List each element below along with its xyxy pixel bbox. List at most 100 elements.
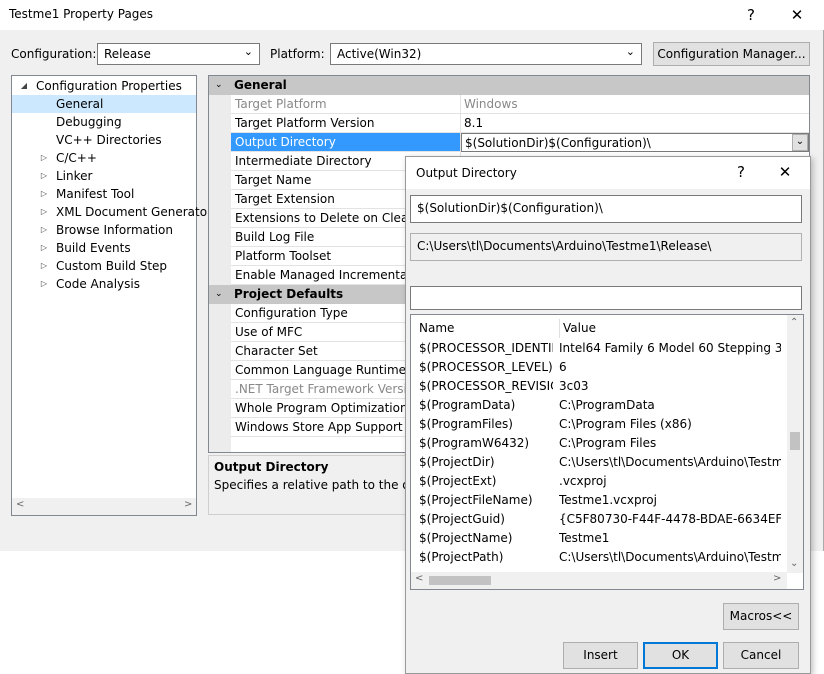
scroll-right-icon[interactable]: > [773,573,781,584]
list-item[interactable]: $(PROCESSOR_IDENTIFIER) Intel64 Family 6 … [411,339,781,358]
configuration-manager-button[interactable]: Configuration Manager... [653,42,810,66]
expand-icon[interactable]: ▷ [38,203,50,221]
expand-icon[interactable]: ▷ [38,185,50,203]
tree-item-label: Linker [56,169,93,183]
expand-icon[interactable]: ▷ [38,239,50,257]
description-title: Output Directory [214,460,329,474]
chevron-down-icon[interactable]: ⌄ [792,134,808,151]
macro-name: $(ProjectGuid) [419,512,505,526]
scroll-right-icon[interactable]: > [184,499,192,510]
expand-icon[interactable]: ▷ [38,257,50,275]
tree-item-label: Debugging [56,115,122,129]
list-item[interactable]: $(ProjectPath) C:\Users\tl\Documents\Ardu… [411,548,781,567]
list-item[interactable]: $(ProjectExt) .vcxproj [411,472,781,491]
evaluated-value-field: C:\Users\tl\Documents\Arduino\Testme1\Re… [410,233,802,261]
platform-combo[interactable]: Active(Win32) ⌄ [330,43,642,65]
close-icon[interactable]: ✕ [782,2,812,28]
property-tree: ◢ Configuration Properties General Debug… [11,75,212,516]
tree-item-debugging[interactable]: Debugging [12,113,196,131]
tree-item-label: C/C++ [56,151,97,165]
ok-button[interactable]: OK [643,642,718,669]
list-item[interactable]: $(ProgramW6432) C:\Program Files [411,434,781,453]
property-value: 8.1 [461,114,809,133]
macro-name: $(ProjectDir) [419,455,495,469]
expand-icon[interactable]: ▷ [38,149,50,167]
macro-name: $(PROCESSOR_IDENTIFIER) [419,341,553,355]
tree-hscrollbar[interactable]: < > [12,498,196,515]
list-item[interactable]: $(PROCESSOR_REVISION) 3c03 [411,377,781,396]
chevron-down-icon: ⌄ [625,45,635,58]
property-value[interactable]: $(SolutionDir)$(Configuration)\ [461,133,809,152]
macro-filter-input[interactable] [410,286,802,310]
platform-value: Active(Win32) [337,47,422,61]
collapse-icon[interactable]: ⌄ [215,76,223,95]
macro-value: C:\Program Files (x86) [559,417,692,431]
tree-item-label: Browse Information [56,223,173,237]
grid-row[interactable]: Target Platform Version 8.1 [209,114,809,133]
list-item[interactable]: $(ProjectGuid) {C5F80730-F44F-4478-BDAE-6… [411,510,781,529]
cancel-button[interactable]: Cancel [723,642,799,669]
expand-icon[interactable]: ▷ [38,167,50,185]
scroll-up-icon[interactable]: ⌃ [790,317,798,328]
scroll-left-icon[interactable]: < [415,573,423,584]
help-icon[interactable]: ? [726,159,756,185]
close-icon[interactable]: ✕ [770,159,800,185]
category-general[interactable]: ⌄ General [209,76,809,95]
list-item[interactable]: $(ProgramFiles) C:\Program Files (x86) [411,415,781,434]
scrollbar-thumb[interactable] [790,432,800,450]
tree-item-linker[interactable]: ▷ Linker [12,167,196,185]
macro-list-vscrollbar[interactable]: ⌃ ⌄ [787,315,803,573]
configuration-value: Release [104,47,151,61]
list-item[interactable]: $(ProjectFileName) Testme1.vcxproj [411,491,781,510]
tree-item-label: Custom Build Step [56,259,168,273]
grid-row-output-directory[interactable]: Output Directory $(SolutionDir)$(Configu… [209,133,809,152]
scroll-left-icon[interactable]: < [16,499,24,510]
category-label: Project Defaults [234,287,344,301]
tree-item-browse-information[interactable]: ▷ Browse Information [12,221,196,239]
tree-item-vc-directories[interactable]: VC++ Directories [12,131,196,149]
list-header: Name Value [411,319,781,338]
help-icon[interactable]: ? [736,2,766,28]
property-name: Target Platform [231,95,461,114]
tree-item-general[interactable]: General [12,95,196,113]
tree-item-c-cpp[interactable]: ▷ C/C++ [12,149,196,167]
property-value: Windows [461,95,809,114]
macros-toggle-button[interactable]: Macros<< [723,603,799,630]
list-item[interactable]: $(ProjectDir) C:\Users\tl\Documents\Ardui… [411,453,781,472]
scroll-down-icon[interactable]: ⌄ [790,558,798,569]
scrollbar-thumb[interactable] [429,576,491,585]
column-header-name[interactable]: Name [419,319,553,338]
macro-name: $(ProgramData) [419,398,516,412]
tree-root-label: Configuration Properties [36,79,182,93]
dialog-title: Output Directory [416,166,517,180]
list-item[interactable]: $(ProgramData) C:\ProgramData [411,396,781,415]
macro-value: C:\Users\tl\Documents\Arduino\Testme1\ [559,550,781,564]
macro-value: 6 [559,360,567,374]
tree-item-code-analysis[interactable]: ▷ Code Analysis [12,275,196,293]
list-item[interactable]: $(PROCESSOR_LEVEL) 6 [411,358,781,377]
macro-edit-field[interactable]: $(SolutionDir)$(Configuration)\ [410,195,802,223]
tree-item-custom-build-step[interactable]: ▷ Custom Build Step [12,257,196,275]
category-label: General [234,78,287,92]
macro-value: Intel64 Family 6 Model 60 Stepping 3, Ge… [559,341,781,355]
property-name: Output Directory [231,133,461,152]
tree-root[interactable]: ◢ Configuration Properties [12,77,196,95]
column-header-value[interactable]: Value [559,319,785,338]
configuration-label: Configuration: [11,47,97,61]
expand-icon[interactable]: ▷ [38,221,50,239]
list-item[interactable]: $(ProjectName) Testme1 [411,529,781,548]
tree-item-build-events[interactable]: ▷ Build Events [12,239,196,257]
collapse-icon[interactable]: ◢ [18,77,30,95]
tree-item-manifest-tool[interactable]: ▷ Manifest Tool [12,185,196,203]
platform-label: Platform: [270,47,325,61]
tree-item-xml-doc-generator[interactable]: ▷ XML Document Generator [12,203,212,221]
insert-button[interactable]: Insert [563,642,638,669]
grid-row[interactable]: Target Platform Windows [209,95,809,114]
macro-name: $(ProjectExt) [419,474,497,488]
macro-list-hscrollbar[interactable]: < > [411,572,787,589]
macro-name: $(ProjectPath) [419,550,504,564]
configuration-combo[interactable]: Release ⌄ [97,43,260,65]
expand-icon[interactable]: ▷ [38,275,50,293]
collapse-icon[interactable]: ⌄ [215,285,223,304]
macro-value: C:\Program Files [559,436,657,450]
